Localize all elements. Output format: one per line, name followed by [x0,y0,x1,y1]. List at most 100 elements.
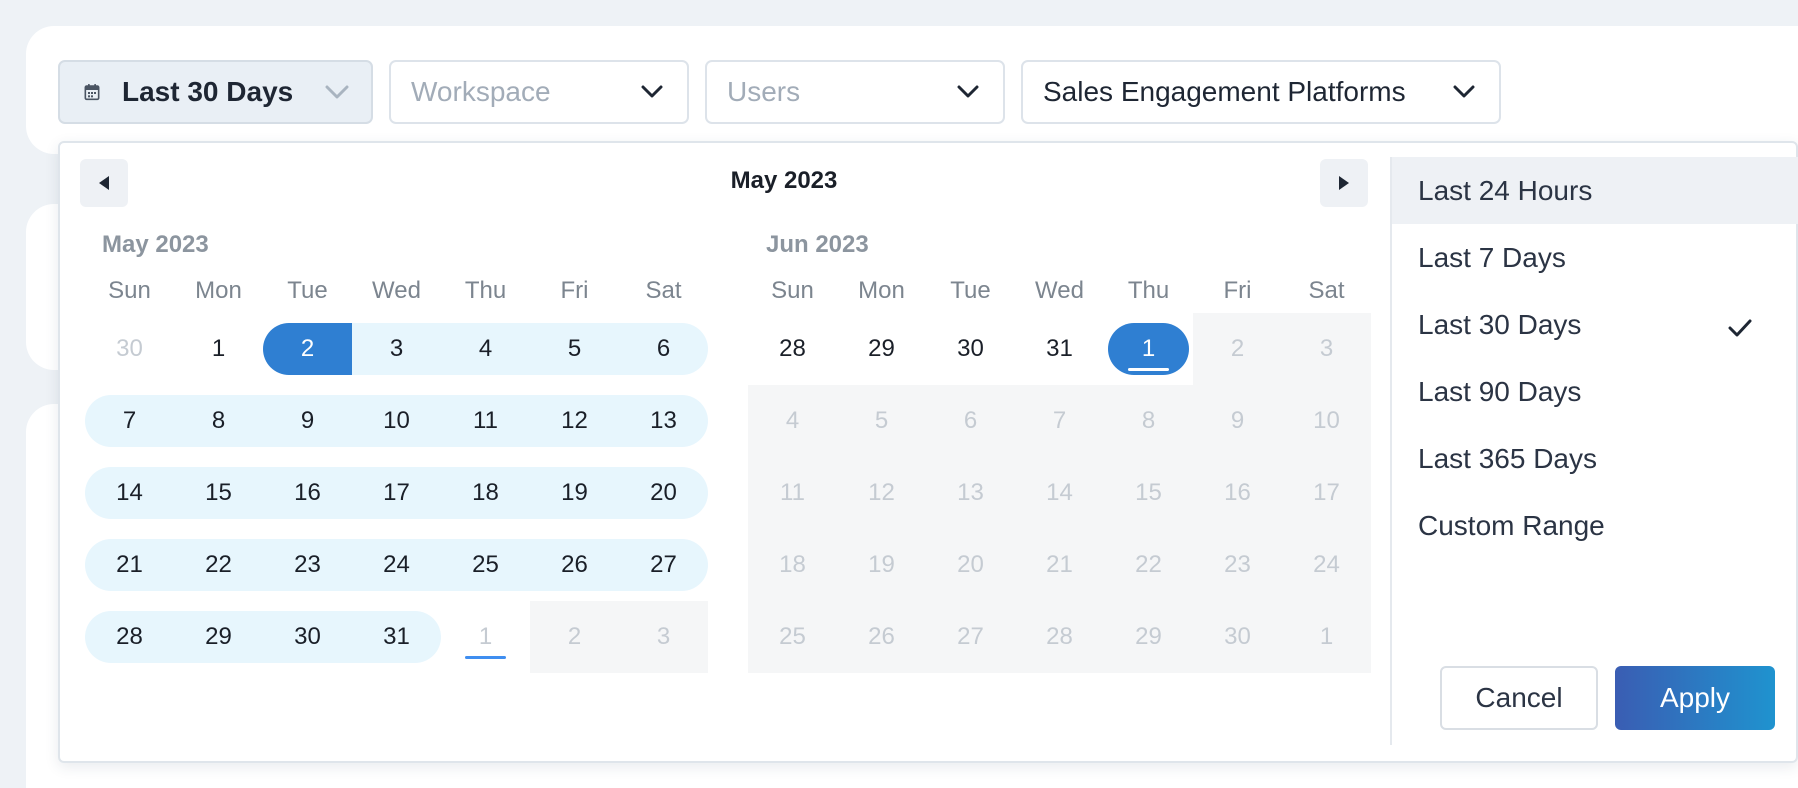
calendar-day[interactable]: 31 [1015,313,1104,385]
calendar-day-number: 9 [1230,407,1245,434]
calendar-day[interactable]: 27 [619,539,708,591]
calendar-day[interactable]: 9 [263,395,352,447]
calendar-day-number: 8 [211,407,226,434]
calendar-day[interactable]: 30 [926,313,1015,385]
calendar-day: 3 [1282,313,1371,385]
calendar-day[interactable]: 11 [441,395,530,447]
preset-range-item[interactable]: Last 365 Days [1392,425,1798,492]
calendar-day[interactable]: 30 [263,611,352,663]
preset-range-label: Custom Range [1418,509,1605,541]
day-of-week-header: Sun [771,277,814,304]
calendar-day[interactable]: 13 [619,395,708,447]
preset-range-item[interactable]: Last 90 Days [1392,358,1798,425]
category-select[interactable]: Sales Engagement Platforms [1021,60,1501,124]
day-of-week-header: Fri [1223,277,1252,304]
preset-range-item[interactable]: Last 24 Hours [1392,157,1798,224]
day-of-week-header: Mon [195,277,242,304]
calendar-day-number: 24 [1313,551,1340,578]
calendar-day-number: 10 [1313,407,1340,434]
day-of-week-header: Sat [645,277,682,304]
calendar-day-number: 14 [116,479,143,506]
date-range-filter[interactable]: Last 30 Days [58,60,373,124]
calendar-day[interactable]: 24 [352,539,441,591]
preset-range-label: Last 90 Days [1418,375,1582,407]
preset-range-item[interactable]: Custom Range [1392,492,1798,559]
calendar-day-number: 18 [779,551,806,578]
calendar-day-number: 16 [1224,479,1251,506]
day-of-week-header: Fri [560,277,589,304]
calendar-day[interactable]: 22 [174,539,263,591]
calendar-day: 23 [1193,529,1282,601]
calendar-day[interactable]: 23 [263,539,352,591]
calendar-day: 22 [1104,529,1193,601]
calendar-day[interactable]: 29 [837,313,926,385]
calendar-day-number: 18 [472,479,499,506]
calendar-day[interactable]: 5 [530,323,619,375]
calendar-day[interactable]: 1 [1108,323,1189,375]
calendar-day[interactable]: 26 [530,539,619,591]
calendar-day-number: 28 [1046,623,1073,650]
calendar-day[interactable]: 15 [174,467,263,519]
workspace-select[interactable]: Workspace [389,60,689,124]
calendar-day: 7 [1015,385,1104,457]
calendar-day[interactable]: 19 [530,467,619,519]
calendar-day-number: 30 [116,335,143,362]
calendar-day: 10 [1282,385,1371,457]
day-of-week-header: Tue [287,277,328,304]
calendar-day[interactable]: 10 [352,395,441,447]
day-of-week-header: Mon [858,277,905,304]
calendar-day-number: 29 [1135,623,1162,650]
calendar-day-number: 26 [868,623,895,650]
calendar-day[interactable]: 18 [441,467,530,519]
calendar-day-number: 26 [561,551,588,578]
calendar-day[interactable]: 12 [530,395,619,447]
calendar-day[interactable]: 29 [174,611,263,663]
calendar-day[interactable]: 30 [85,313,174,385]
preset-range-item[interactable]: Last 30 Days [1392,291,1798,358]
preset-range-item[interactable]: Last 7 Days [1392,224,1798,291]
calendar-day: 13 [926,457,1015,529]
day-of-week-header: Sun [108,277,151,304]
calendar-day: 4 [748,385,837,457]
calendar-day[interactable]: 20 [619,467,708,519]
calendar-day-number: 1 [1127,335,1170,371]
calendar-day[interactable]: 8 [174,395,263,447]
calendar-day[interactable]: 31 [352,611,441,663]
triangle-right-icon [1339,176,1349,190]
calendar-day-number: 22 [1135,551,1162,578]
calendar-day[interactable]: 21 [85,539,174,591]
day-of-week-header: Sat [1308,277,1345,304]
preset-range-list: Last 24 Hours Last 7 Days Last 30 Days Last… [1392,157,1798,559]
calendar-day[interactable]: 28 [85,611,174,663]
calendar-day[interactable]: 6 [619,323,708,375]
calendar-day-number: 10 [383,407,410,434]
calendar-day[interactable]: 16 [263,467,352,519]
calendar-day-number: 5 [567,335,582,362]
next-month-button[interactable] [1320,159,1368,207]
calendar-day[interactable]: 25 [441,539,530,591]
calendar-day[interactable]: 3 [352,323,441,375]
day-of-week-header: Wed [1035,277,1084,304]
apply-button[interactable]: Apply [1615,666,1775,730]
calendar-day[interactable]: 17 [352,467,441,519]
calendar-day-number: 29 [868,335,895,362]
calendar-day: 9 [1193,385,1282,457]
calendar-day[interactable]: 14 [85,467,174,519]
calendar-day: 19 [837,529,926,601]
calendar-day[interactable]: 2 [263,323,352,375]
calendar-day[interactable]: 28 [748,313,837,385]
calendar-day-number: 21 [116,551,143,578]
users-select[interactable]: Users [705,60,1005,124]
calendar-day[interactable]: 4 [441,323,530,375]
calendar-day-number: 12 [868,479,895,506]
calendar-day[interactable]: 1 [174,313,263,385]
calendar-day-number: 2 [1230,335,1245,362]
picker-header-title: May 2023 [730,167,838,194]
calendar-day[interactable]: 7 [85,395,174,447]
chevron-down-icon [641,85,687,99]
chevron-down-icon [957,85,1003,99]
preset-range-label: Last 30 Days [1418,308,1582,340]
preset-range-label: Last 7 Days [1418,241,1566,273]
previous-month-button[interactable] [80,159,128,207]
cancel-button[interactable]: Cancel [1440,666,1598,730]
